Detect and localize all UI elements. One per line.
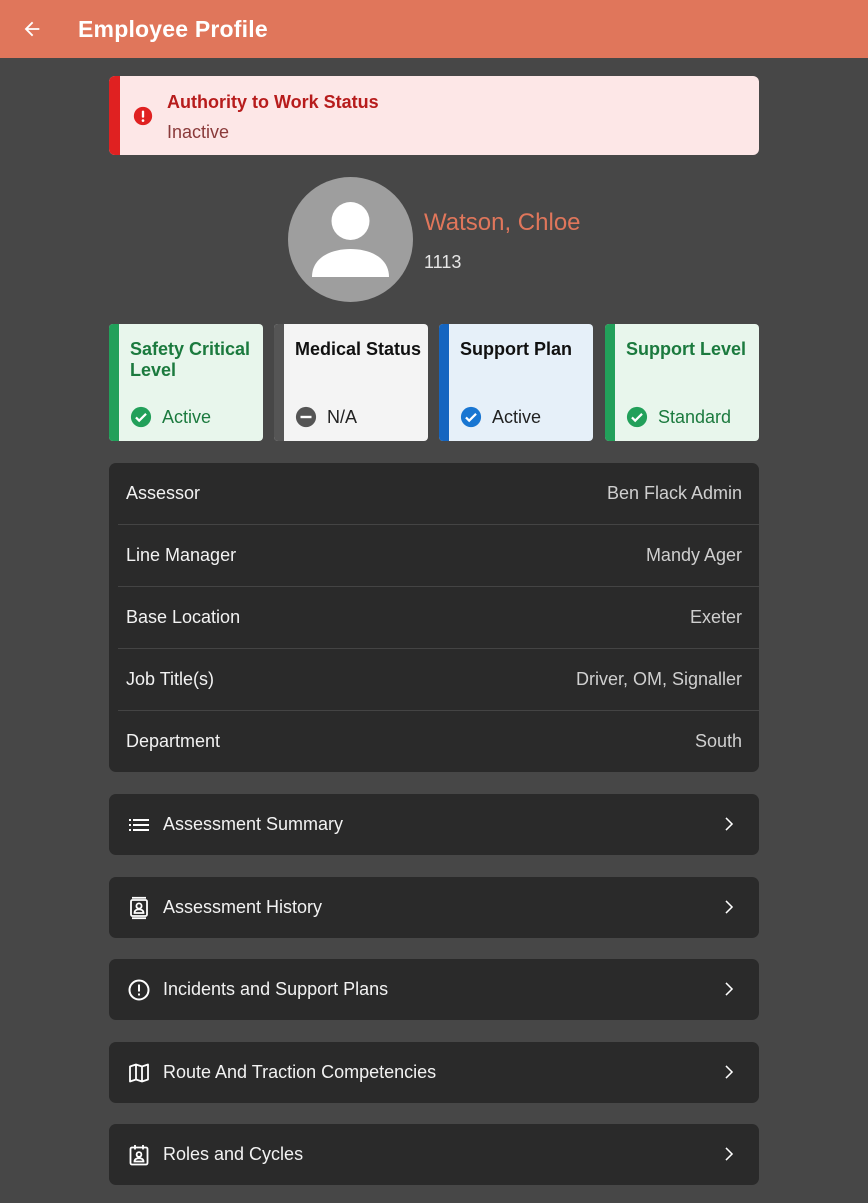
list-icon: [129, 819, 149, 831]
status-card-safety-critical-level[interactable]: Safety Critical Level Active: [109, 324, 263, 441]
check-circle-icon: [130, 406, 152, 428]
nav-assessment-history[interactable]: Assessment History: [109, 877, 759, 938]
detail-value: Exeter: [689, 607, 742, 627]
status-card-status-label: N/A: [327, 406, 358, 427]
status-card-stripe: [274, 324, 284, 441]
nav-route-and-traction-competencies[interactable]: Route And Traction Competencies: [109, 1042, 759, 1103]
chevron-right-icon: [725, 1147, 734, 1161]
alert-accent-bar: [109, 76, 120, 155]
detail-value: Ben Flack Admin: [606, 483, 742, 503]
status-card-status: Active: [130, 406, 211, 428]
alert-circle-icon: [128, 979, 150, 1001]
detail-value: South: [694, 731, 742, 751]
detail-label: Base Location: [126, 607, 241, 627]
detail-row-line-manager: Line Manager Mandy Ager: [109, 525, 759, 587]
person-icon: [312, 202, 389, 277]
nav-label: Route And Traction Competencies: [163, 1062, 437, 1082]
nav-label: Incidents and Support Plans: [163, 979, 389, 999]
error-icon: [133, 106, 153, 126]
status-card-support-plan[interactable]: Support Plan Active: [439, 324, 593, 441]
authority-status-alert: Authority to Work Status Inactive: [109, 76, 759, 155]
status-card-support-level[interactable]: Support Level Standard: [605, 324, 759, 441]
employee-id: 1113: [424, 252, 462, 272]
detail-row-base-location: Base Location Exeter: [109, 587, 759, 649]
check-circle-icon: [460, 406, 482, 428]
detail-label: Assessor: [126, 483, 201, 503]
detail-row-department: Department South: [109, 711, 759, 773]
status-card-status: Standard: [626, 406, 731, 428]
back-button[interactable]: [12, 9, 52, 49]
map-icon: [129, 1063, 149, 1083]
chevron-right-icon: [725, 817, 734, 831]
status-card-stripe: [439, 324, 449, 441]
status-card-stripe: [109, 324, 119, 441]
nav-roles-and-cycles[interactable]: Roles and Cycles: [109, 1124, 759, 1185]
calendar-user-icon: [129, 1145, 149, 1166]
detail-label: Department: [126, 731, 221, 751]
status-card-stripe: [605, 324, 615, 441]
detail-row-assessor: Assessor Ben Flack Admin: [109, 463, 759, 525]
detail-value: Mandy Ager: [645, 545, 742, 565]
nav-label: Assessment History: [163, 897, 323, 917]
status-card-medical-status[interactable]: Medical Status N/A: [274, 324, 428, 441]
arrow-left-icon: [24, 21, 40, 37]
nav-label: Roles and Cycles: [163, 1144, 304, 1164]
check-circle-icon: [626, 406, 648, 428]
status-card-title: Safety Critical Level: [130, 339, 251, 380]
status-card-status-label: Standard: [658, 406, 732, 427]
alert-title: Authority to Work Status: [167, 92, 379, 112]
detail-value: Driver, OM, Signaller: [575, 669, 742, 689]
status-card-status: Active: [460, 406, 541, 428]
alert-value: Inactive: [167, 122, 230, 142]
status-card-title: Support Level: [626, 339, 747, 359]
detail-label: Line Manager: [126, 545, 237, 565]
app-bar: Employee Profile: [0, 0, 868, 58]
contact-card-icon: [130, 896, 148, 920]
employee-details: Assessor Ben Flack Admin Line Manager Ma…: [109, 463, 759, 772]
status-card-status-label: Active: [492, 406, 542, 427]
detail-row-job-titles: Job Title(s) Driver, OM, Signaller: [109, 649, 759, 711]
status-card-title: Medical Status: [295, 339, 422, 359]
detail-label: Job Title(s): [126, 669, 215, 689]
employee-name: Watson, Chloe: [424, 209, 581, 236]
nav-assessment-summary[interactable]: Assessment Summary: [109, 794, 759, 855]
status-card-status-label: Active: [162, 406, 212, 427]
chevron-right-icon: [725, 1065, 734, 1079]
avatar: [288, 177, 413, 302]
chevron-right-icon: [725, 900, 734, 914]
chevron-right-icon: [725, 982, 734, 996]
nav-incidents-and-support-plans[interactable]: Incidents and Support Plans: [109, 959, 759, 1020]
nav-label: Assessment Summary: [163, 814, 344, 834]
minus-circle-icon: [295, 406, 317, 428]
status-card-title: Support Plan: [460, 339, 572, 359]
status-card-status: N/A: [295, 406, 357, 428]
page-title: Employee Profile: [78, 16, 268, 42]
